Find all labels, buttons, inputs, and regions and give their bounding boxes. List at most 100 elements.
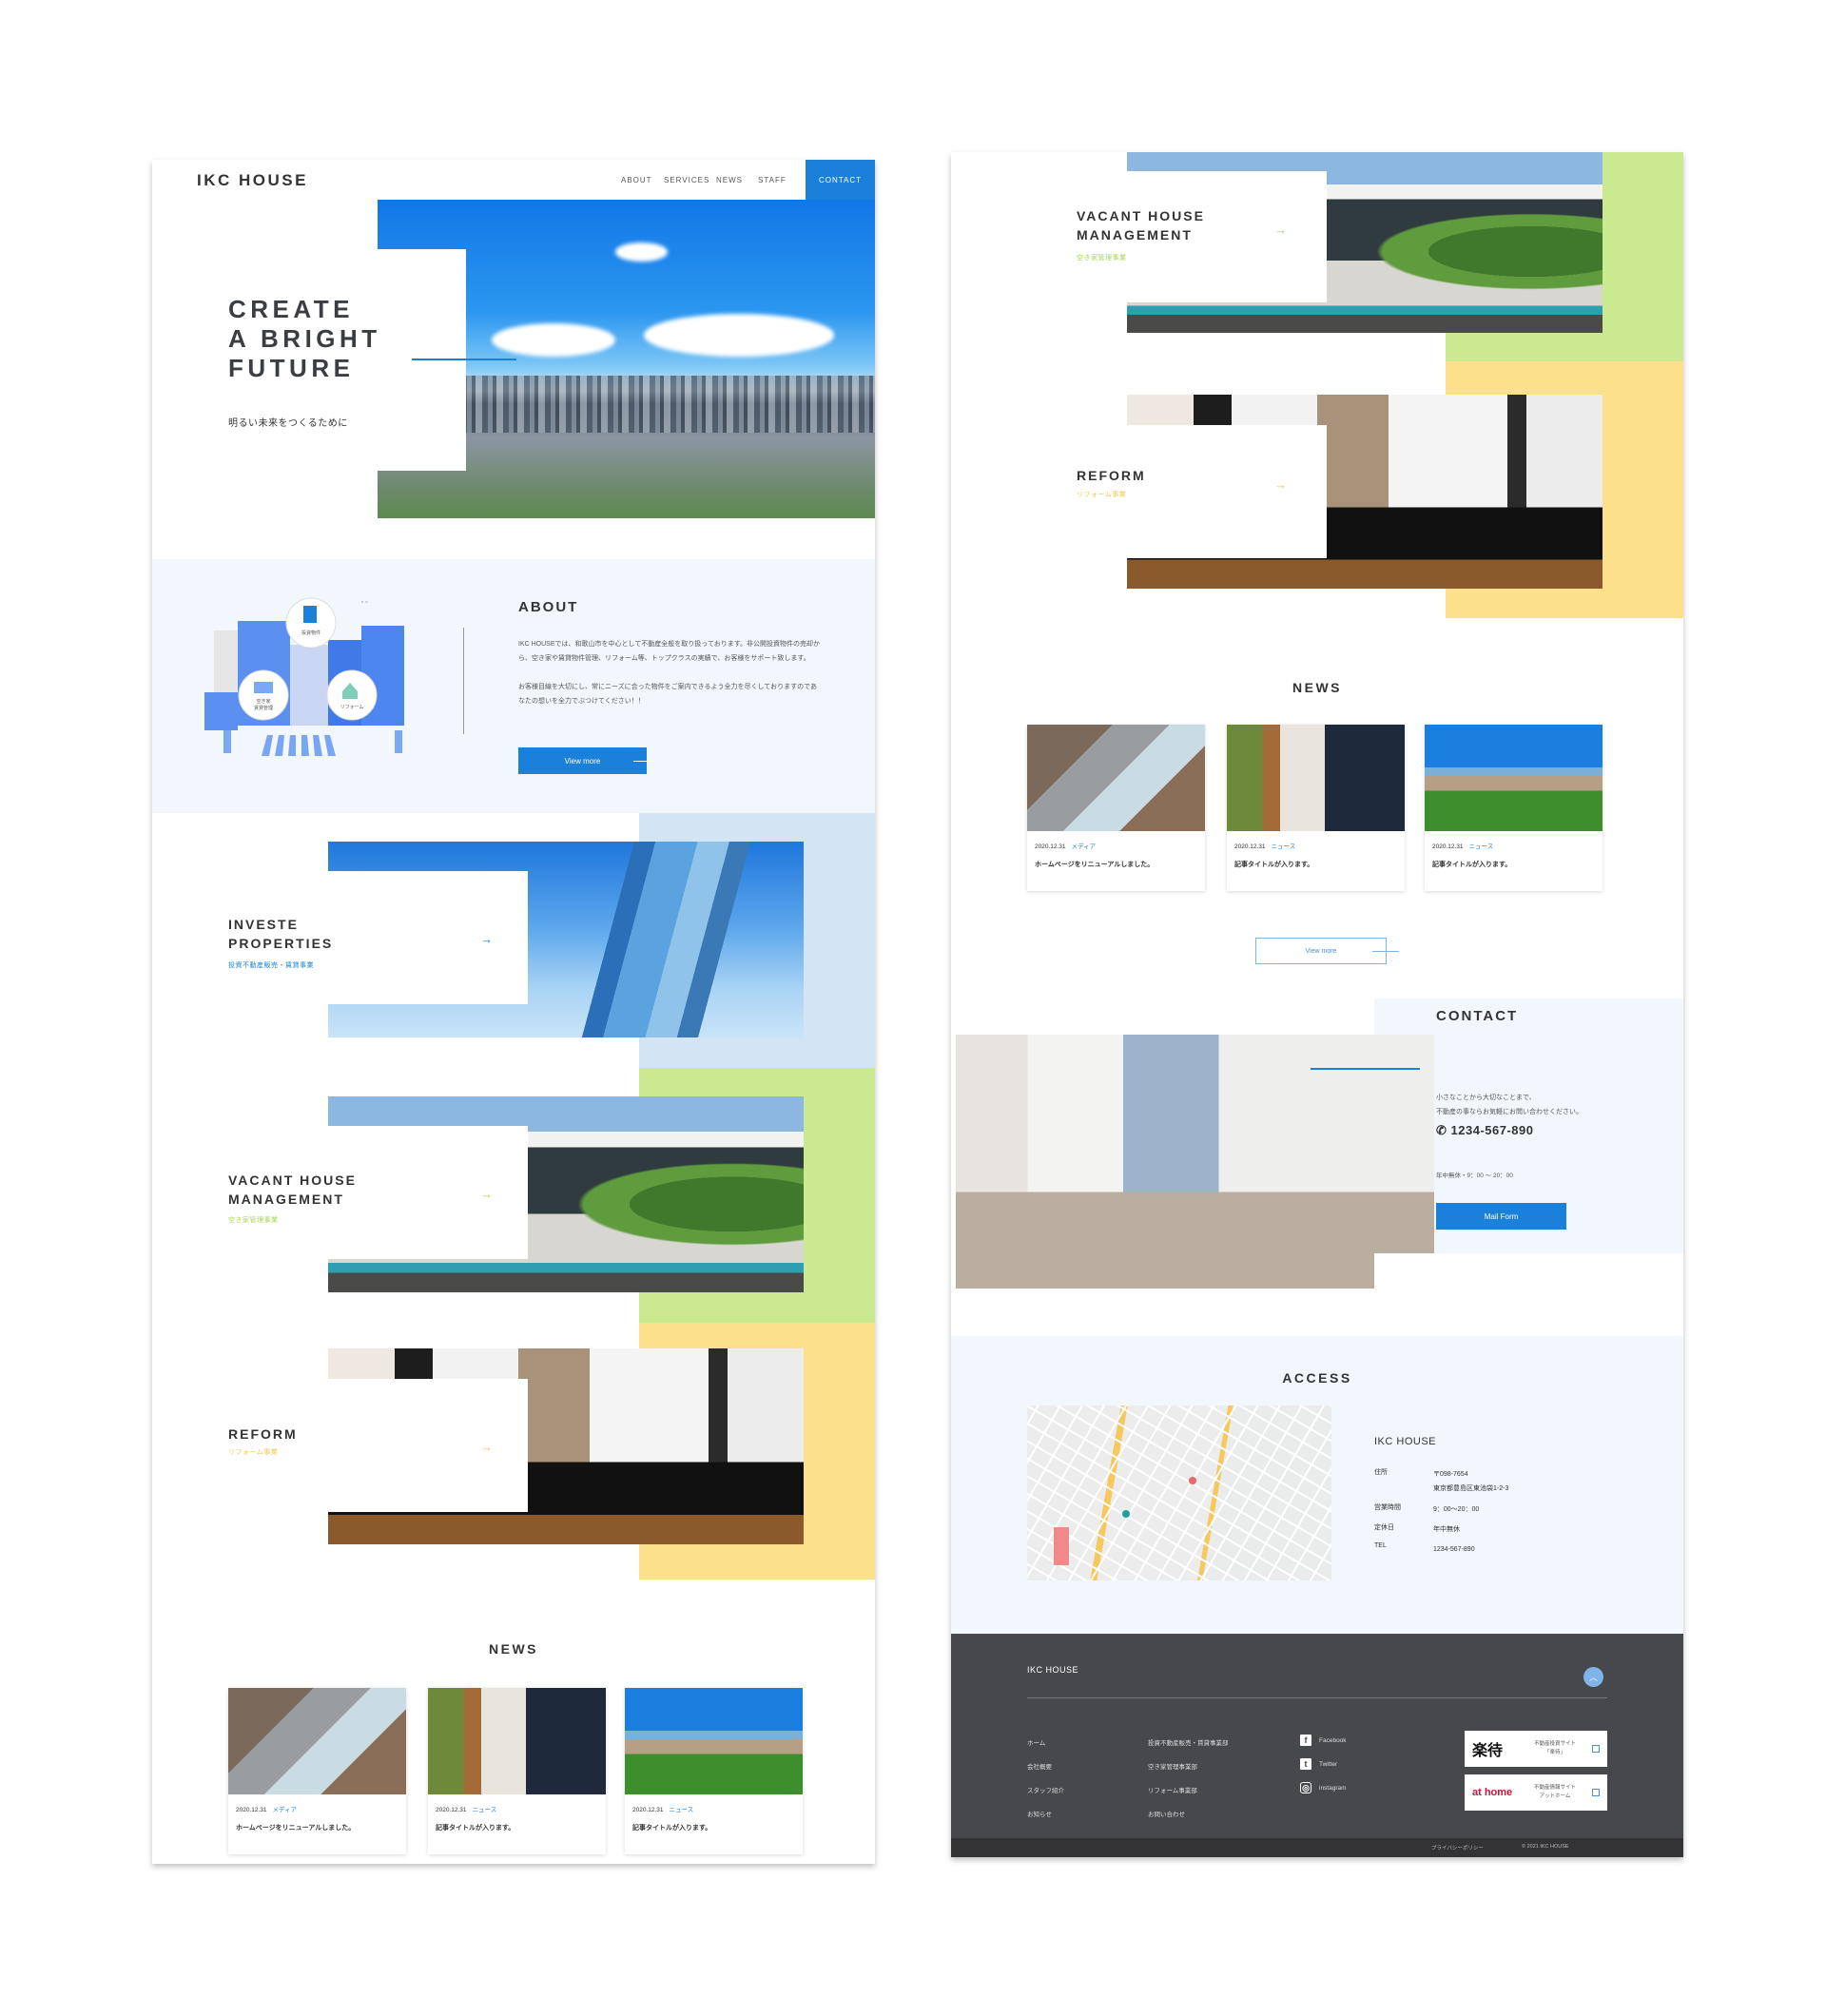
footer-link-news[interactable]: お知らせ [1027,1809,1052,1818]
arrow-right-icon[interactable]: → [480,1440,493,1454]
footer-link-vacant[interactable]: 空き家管理事業部 [1148,1761,1197,1771]
reform-title: REFORM [228,1426,298,1442]
news-category: ニュース [1271,843,1296,850]
access-row-tel: TEL1234-567-890 [1374,1542,1475,1553]
chevron-up-icon: ︿ [1588,1673,1598,1682]
news-card[interactable]: 2020.12.31 メディア ホームページをリニューアルしました。 [228,1688,406,1854]
news-date: 2020.12.31 [632,1807,664,1813]
investe-subtitle: 投資不動産販売・賃貸事業 [228,962,314,969]
nav-staff[interactable]: STAFF [758,176,787,184]
about-text: IKC HOUSEでは、和歌山市を中心として不動産全般を取り扱っております。非公… [518,641,821,705]
svg-text:リフォーム: リフォーム [340,705,364,710]
nav-news[interactable]: NEWS [716,176,743,184]
service-card-reform[interactable] [328,1379,528,1512]
news-title-text: 記事タイトルが入ります。 [632,1825,712,1832]
arrow-right-icon[interactable]: → [480,932,493,946]
rakumachi-logo: 楽待 [1472,1743,1504,1759]
service-card-vacant[interactable] [328,1126,528,1259]
external-link-icon [1592,1789,1600,1796]
hero-title: CREATE A BRIGHT FUTURE [228,295,381,382]
arrow-right-icon[interactable]: → [1274,223,1287,237]
news-thumbnail [625,1688,803,1794]
news-card[interactable]: 2020.12.31 ニュース 記事タイトルが入ります。 [1425,725,1603,891]
footer-link-investe[interactable]: 投資不動産販売・賃貸事業部 [1148,1737,1229,1747]
footer-instagram-link[interactable]: ◎ instagram [1300,1782,1347,1793]
instagram-icon: ◎ [1300,1782,1311,1793]
about-view-more-button[interactable]: View more [518,747,654,774]
banner-athome[interactable]: at home 不動産情報サイト アットホーム [1465,1774,1607,1811]
about-illustration: 投資物件 空き家 賃貸管理 リフォーム ˇ ˇ [204,592,423,759]
news-category: ニュース [669,1807,694,1813]
news-category: ニュース [472,1807,497,1813]
footer-facebook-link[interactable]: f Facebook [1300,1735,1347,1746]
footer-bottom-bar [951,1838,1683,1857]
access-row-holiday: 定休日 年中無休 [1374,1524,1460,1533]
footer-logo[interactable]: IKC HOUSE [1027,1665,1078,1675]
service-card-reform[interactable] [1127,425,1327,558]
reform-subtitle: リフォーム事業 [1077,492,1127,498]
athome-logo: at home [1472,1787,1513,1798]
twitter-icon: t [1300,1758,1311,1770]
mail-form-button[interactable]: Mail Form [1436,1203,1566,1230]
privacy-policy-link[interactable]: プライバシーポリシー [1431,1844,1484,1851]
footer-link-contact[interactable]: お問い合わせ [1148,1809,1185,1818]
news-category: メディア [1071,843,1097,850]
nav-contact-button[interactable]: CONTACT [806,160,875,200]
nav-services[interactable]: SERVICES [664,176,709,184]
reform-subtitle: リフォーム事業 [228,1449,279,1456]
news-date: 2020.12.31 [1432,843,1464,850]
news-card[interactable]: 2020.12.31 ニュース 記事タイトルが入ります。 [428,1688,606,1854]
vacant-title: VACANT HOUSE MANAGEMENT [228,1173,357,1207]
vacant-title: VACANT HOUSE MANAGEMENT [1077,208,1205,242]
news-thumbnail [228,1688,406,1794]
phone-icon: ✆ [1436,1123,1451,1137]
footer-link-company[interactable]: 会社概要 [1027,1761,1052,1771]
nav-about[interactable]: ABOUT [621,176,652,184]
footer-divider [1027,1697,1607,1698]
external-link-icon [1592,1745,1600,1753]
news-title-text: 記事タイトルが入ります。 [436,1825,515,1832]
news-view-more-button[interactable]: View more [1255,938,1399,964]
news-category: ニュース [1468,843,1494,850]
arrow-right-icon[interactable]: → [480,1187,493,1201]
news-date: 2020.12.31 [1035,843,1066,850]
hero-subtitle: 明るい未来をつくるために [228,418,348,429]
vacant-subtitle: 空き家管理事業 [228,1217,279,1224]
news-title-text: ホームページをリニューアルしました。 [236,1825,356,1832]
footer-link-reform[interactable]: リフォーム事業部 [1148,1785,1197,1794]
vacant-subtitle: 空き家管理事業 [1077,255,1127,262]
copyright: © 2021 IKC HOUSE [1522,1844,1569,1850]
footer-link-home[interactable]: ホーム [1027,1737,1045,1747]
contact-title: CONTACT [1436,1008,1519,1024]
news-card[interactable]: 2020.12.31 メディア ホームページをリニューアルしました。 [1027,725,1205,891]
news-thumbnail [428,1688,606,1794]
reform-title: REFORM [1077,468,1146,483]
banner-rakumachi[interactable]: 楽待 不動産投資サイト 「楽待」 [1465,1731,1607,1767]
footer-twitter-link[interactable]: t Twitter [1300,1758,1337,1770]
arrow-right-icon[interactable]: → [1274,477,1287,492]
access-row-address: 住所 〒098-7654 東京都豊島区東池袋1-2-3 [1374,1469,1509,1492]
contact-hours: 年中無休・9：00 ～ 20：00 [1436,1173,1513,1179]
news-thumbnail [1425,725,1603,831]
svg-text:空き家: 空き家 [256,698,270,705]
news-title: NEWS [489,1641,538,1657]
news-category: メディア [272,1807,298,1813]
news-title: NEWS [1292,680,1342,695]
svg-text:賃貸管理: 賃貸管理 [254,705,273,711]
facebook-icon: f [1300,1735,1311,1746]
page-mockup-top: IKC HOUSE ABOUT SERVICES NEWS STAFF CONT… [152,160,875,1864]
access-map[interactable] [1027,1405,1331,1580]
service-card-investe[interactable] [328,871,528,1004]
back-to-top-button[interactable]: ︿ [1583,1667,1603,1687]
investe-title: INVESTE PROPERTIES [228,917,334,951]
about-divider [463,628,464,734]
site-logo[interactable]: IKC HOUSE [197,171,308,190]
access-row-hours: 営業時間 9：00～20：00 [1374,1504,1480,1513]
news-date: 2020.12.31 [1234,843,1266,850]
news-card[interactable]: 2020.12.31 ニュース 記事タイトルが入ります。 [1227,725,1405,891]
news-card[interactable]: 2020.12.31 ニュース 記事タイトルが入ります。 [625,1688,803,1854]
contact-living-room-image [956,1035,1434,1289]
contact-text: 小さなことから大切なことまで、 不動産の事ならお気軽にお問い合わせください。 [1436,1095,1583,1115]
contact-phone[interactable]: ✆ 1234-567-890 [1436,1123,1533,1138]
footer-link-staff[interactable]: スタッフ紹介 [1027,1785,1064,1794]
